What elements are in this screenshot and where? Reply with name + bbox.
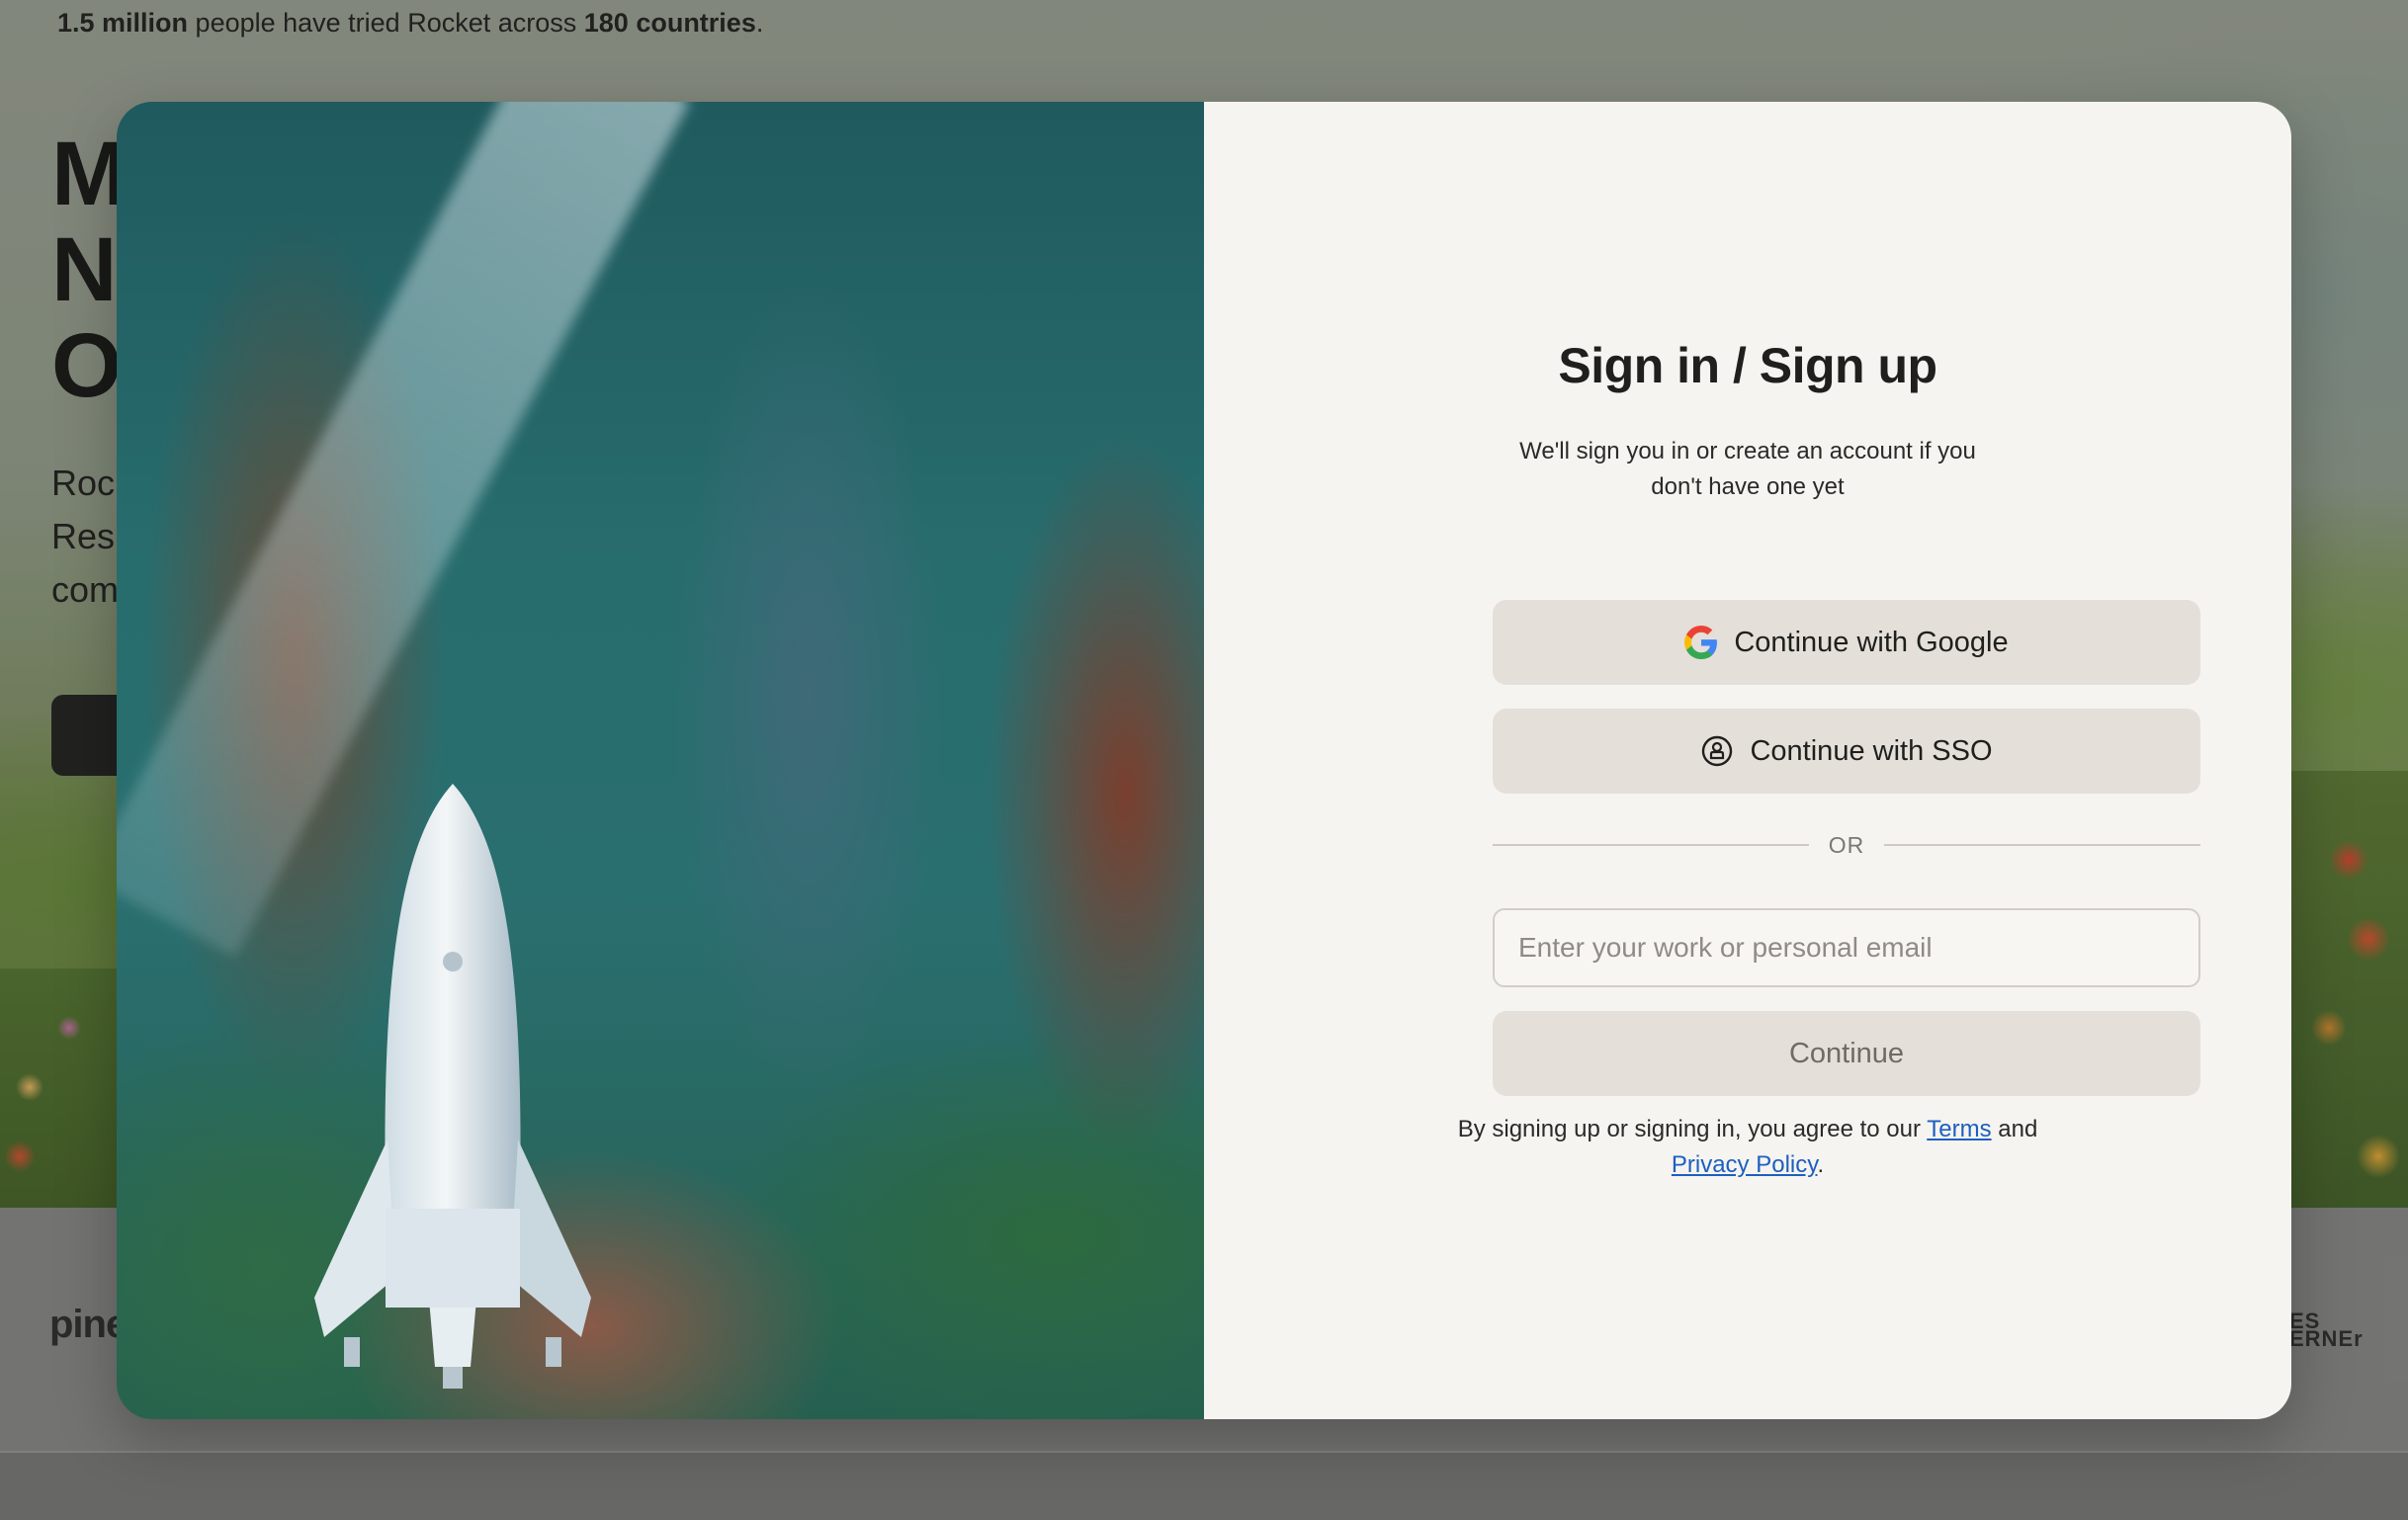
auth-panel: Sign in / Sign up We'll sign you in or c… [1204,102,2291,1419]
sso-button-label: Continue with SSO [1750,734,1993,767]
modal-title: Sign in / Sign up [1558,338,1937,393]
sso-key-icon [1700,734,1734,768]
legal-suffix: . [1817,1151,1825,1178]
rocket-image [314,784,591,1389]
continue-button[interactable]: Continue [1493,1011,2200,1096]
email-input[interactable] [1493,908,2200,987]
legal-notice: By signing up or signing in, you agree t… [1421,1112,2074,1183]
legal-prefix: By signing up or signing in, you agree t… [1457,1116,1928,1142]
continue-with-sso-button[interactable]: Continue with SSO [1493,709,2200,794]
divider-line-left [1493,844,1809,846]
legal-middle: and [1991,1116,2038,1142]
google-button-label: Continue with Google [1734,626,2009,658]
divider-label: OR [1828,831,1865,858]
divider-line-right [1884,844,2200,846]
terms-link[interactable]: Terms [1927,1116,1991,1142]
privacy-policy-link[interactable]: Privacy Policy [1672,1151,1818,1178]
modal-description: We'll sign you in or create an account i… [1519,438,1976,500]
continue-with-google-button[interactable]: Continue with Google [1493,600,2200,685]
continue-button-label: Continue [1788,1037,1905,1069]
rocket-in-forest-illustration [117,102,1204,1419]
sign-in-modal: Sign in / Sign up We'll sign you in or c… [117,102,2291,1419]
or-divider: OR [1493,830,2200,860]
google-icon [1684,626,1718,659]
